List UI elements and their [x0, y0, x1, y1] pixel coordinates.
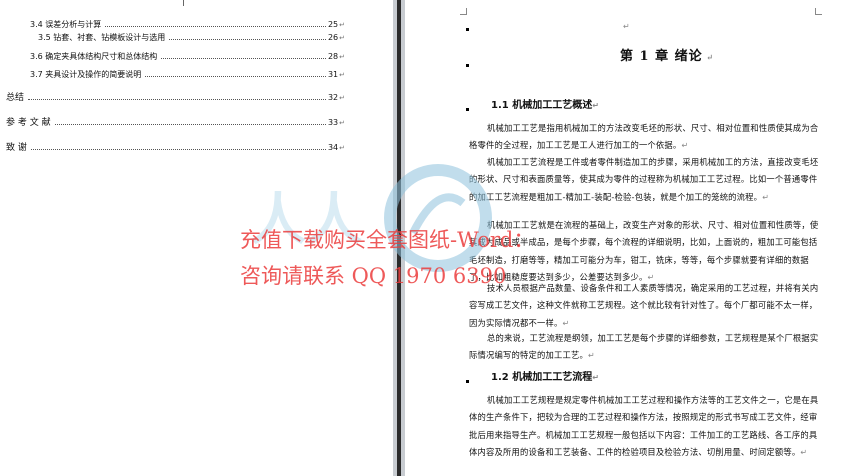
watermark-logo [384, 164, 492, 272]
toc-leader-dots [161, 52, 326, 59]
section-heading: 1.2 机械加工工艺流程↵ [491, 372, 599, 383]
paragraph-mark-icon: ↵ [339, 21, 345, 29]
paragraph-mark-icon: ↵ [339, 34, 345, 42]
body-paragraph: 总的来说，工艺流程是纲领，加工工艺是每个步骤的详细参数，工艺规程是某个厂根据实际… [469, 333, 819, 361]
toc-leader-dots [105, 20, 326, 27]
toc-entry[interactable]: 总结 32 ↵ [6, 93, 345, 103]
toc-entry-title: 3.5 钻套、衬套、钻模板设计与选用 [38, 33, 166, 42]
bullet-mark [466, 380, 469, 383]
margin-corner-mark [460, 8, 467, 15]
toc-entry-title: 致 谢 [6, 143, 27, 153]
paragraph-mark-icon: ↵ [339, 119, 345, 127]
toc-leader-dots [54, 118, 326, 125]
bullet-mark [466, 28, 469, 31]
toc-leader-dots [30, 143, 326, 150]
toc-entry[interactable]: 3.7 夹具设计及操作的简要说明 31 ↵ [30, 70, 345, 80]
ruler-tick [183, 0, 184, 6]
toc-entry-title: 3.4 误差分析与计算 [30, 20, 102, 29]
watermark-line: 咨询请联系 QQ 1970 6390 [240, 264, 507, 288]
body-paragraph: 技术人员根据产品数量、设备条件和工人素质等情况，确定采用的工艺过程，并将有关内容… [469, 283, 819, 328]
body-paragraph: 机械加工工艺是指用机械加工的方法改变毛坯的形状、尺寸、相对位置和性质使其成为合格… [469, 123, 819, 151]
toc-leader-dots [28, 93, 326, 100]
paragraph-mark-icon: ↵ [339, 144, 345, 152]
toc-entry[interactable]: 3.5 钻套、衬套、钻模板设计与选用 26 ↵ [38, 33, 345, 43]
toc-entry-title: 总结 [6, 93, 25, 103]
toc-entry-title: 3.6 确定夹具体结构尺寸和总体结构 [30, 52, 158, 61]
toc-entry-page: 33 [327, 118, 339, 127]
toc-entry[interactable]: 3.6 确定夹具体结构尺寸和总体结构 28 ↵ [30, 52, 345, 62]
toc-leader-dots [169, 33, 326, 40]
toc-entry[interactable]: 致 谢 34 ↵ [6, 143, 345, 153]
paragraph-mark-icon: ↵ [339, 53, 345, 61]
body-paragraph: 机械加工工艺规程是规定零件机械加工工艺过程和操作方法等的工艺文件之一，它是在具体… [469, 395, 819, 457]
paragraph-mark-icon: ↵ [623, 22, 630, 31]
chapter-title: 第 1 章 绪论 ↵ [620, 49, 715, 64]
toc-leader-dots [145, 70, 326, 77]
toc-entry-page: 26 [327, 33, 339, 42]
toc-entry-page: 25 [327, 20, 339, 29]
toc-entry-page: 34 [327, 143, 339, 152]
margin-corner-mark [815, 8, 822, 15]
toc-entry-page: 31 [327, 70, 339, 79]
toc-entry-title: 3.7 夹具设计及操作的简要说明 [30, 70, 142, 79]
toc-entry-title: 参 考 文 献 [6, 118, 51, 128]
body-paragraph: 机械加工工艺流程是工件或者零件制造加工的步骤，采用机械加工的方法，直接改变毛坯的… [469, 157, 819, 202]
toc-entry-page: 28 [327, 52, 339, 61]
watermark-line: 充值下载购买全套图纸-Word： [240, 228, 535, 252]
section-heading: 1.1 机械加工工艺概述↵ [491, 100, 599, 111]
bullet-mark [466, 108, 469, 111]
bullet-mark [466, 64, 469, 67]
paragraph-mark-icon: ↵ [339, 71, 345, 79]
toc-entry-page: 32 [327, 93, 339, 102]
toc-entry[interactable]: 3.4 误差分析与计算 25 ↵ [30, 20, 345, 30]
toc-entry[interactable]: 参 考 文 献 33 ↵ [6, 118, 345, 128]
paragraph-mark-icon: ↵ [339, 94, 345, 102]
